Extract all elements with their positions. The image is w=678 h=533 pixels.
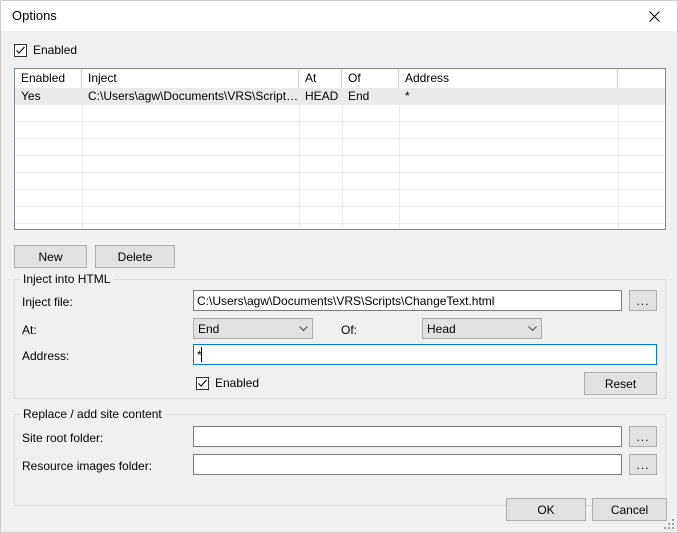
- grid-column-header-address[interactable]: Address: [399, 69, 618, 88]
- chevron-down-icon: [295, 319, 312, 338]
- title-bar: Options: [1, 1, 677, 32]
- enabled-checkbox-label: Enabled: [33, 43, 78, 57]
- grid-body: Yes C:\Users\agw\Documents\VRS\Scripts..…: [15, 88, 665, 229]
- enabled-checkbox[interactable]: Enabled: [14, 43, 77, 57]
- grid-header-row: Enabled Inject At Of Address: [15, 69, 665, 89]
- cell-of: End: [348, 89, 370, 103]
- cell-at: HEAD: [305, 89, 339, 103]
- checkbox-box: [196, 376, 209, 390]
- inject-file-browse-button[interactable]: ...: [629, 290, 657, 311]
- site-root-folder-browse-button[interactable]: ...: [629, 426, 657, 447]
- grid-empty-row[interactable]: [15, 190, 665, 207]
- cell-inject: C:\Users\agw\Documents\VRS\Scripts...: [88, 89, 299, 103]
- address-input[interactable]: [193, 344, 657, 365]
- chevron-down-icon: [524, 319, 541, 338]
- of-combobox[interactable]: Head: [422, 318, 542, 339]
- site-root-folder-label: Site root folder:: [22, 431, 104, 445]
- window-title: Options: [12, 8, 57, 23]
- address-label: Address:: [22, 349, 70, 363]
- cell-address: *: [405, 89, 410, 103]
- grid-empty-row[interactable]: [15, 139, 665, 156]
- inject-list-grid[interactable]: Enabled Inject At Of Address Yes C:\User…: [14, 68, 666, 230]
- inject-group-caption: Inject into HTML: [20, 272, 114, 286]
- options-dialog: Options Enabled Enabled Inject At Of Add…: [0, 0, 678, 533]
- resource-images-folder-browse-button[interactable]: ...: [629, 454, 657, 475]
- grid-empty-row[interactable]: [15, 156, 665, 173]
- cancel-button[interactable]: Cancel: [592, 498, 667, 521]
- new-button[interactable]: New: [14, 245, 87, 268]
- grid-empty-row[interactable]: [15, 173, 665, 190]
- at-combobox-value: End: [198, 321, 220, 336]
- grid-empty-row[interactable]: [15, 207, 665, 224]
- inject-enabled-label: Enabled: [215, 376, 260, 390]
- resource-images-folder-label: Resource images folder:: [22, 459, 153, 473]
- text-caret: [201, 347, 202, 362]
- replace-group-caption: Replace / add site content: [20, 407, 165, 421]
- checkmark-icon: [198, 379, 207, 387]
- ok-button[interactable]: OK: [506, 498, 586, 521]
- close-icon: [648, 10, 660, 22]
- resource-images-folder-input[interactable]: [193, 454, 622, 475]
- group-border-right-stub: [114, 279, 666, 280]
- resize-grip[interactable]: [663, 518, 675, 530]
- site-root-folder-input[interactable]: [193, 426, 622, 447]
- at-label: At:: [22, 323, 37, 337]
- of-combobox-value: Head: [427, 321, 456, 336]
- reset-button[interactable]: Reset: [584, 372, 657, 395]
- grid-column-header-enabled[interactable]: Enabled: [15, 69, 82, 88]
- grid-empty-row[interactable]: [15, 105, 665, 122]
- close-button[interactable]: [631, 1, 677, 31]
- grid-empty-row[interactable]: [15, 122, 665, 139]
- delete-button[interactable]: Delete: [95, 245, 175, 268]
- inject-file-input[interactable]: [193, 290, 622, 311]
- of-label: Of:: [341, 323, 358, 337]
- table-row[interactable]: Yes C:\Users\agw\Documents\VRS\Scripts..…: [15, 88, 665, 105]
- inject-enabled-checkbox[interactable]: Enabled: [196, 376, 259, 390]
- checkbox-box: [14, 43, 27, 57]
- checkmark-icon: [16, 46, 25, 54]
- grid-column-header-filler: [618, 69, 665, 88]
- at-combobox[interactable]: End: [193, 318, 313, 339]
- grid-column-header-at[interactable]: At: [299, 69, 342, 88]
- grid-column-header-of[interactable]: Of: [342, 69, 399, 88]
- grid-column-header-inject[interactable]: Inject: [82, 69, 299, 88]
- cell-enabled: Yes: [21, 89, 41, 103]
- inject-file-label: Inject file:: [22, 295, 73, 309]
- group-border-right-stub: [163, 414, 666, 415]
- dialog-client-area: Enabled Enabled Inject At Of Address Yes…: [1, 31, 677, 532]
